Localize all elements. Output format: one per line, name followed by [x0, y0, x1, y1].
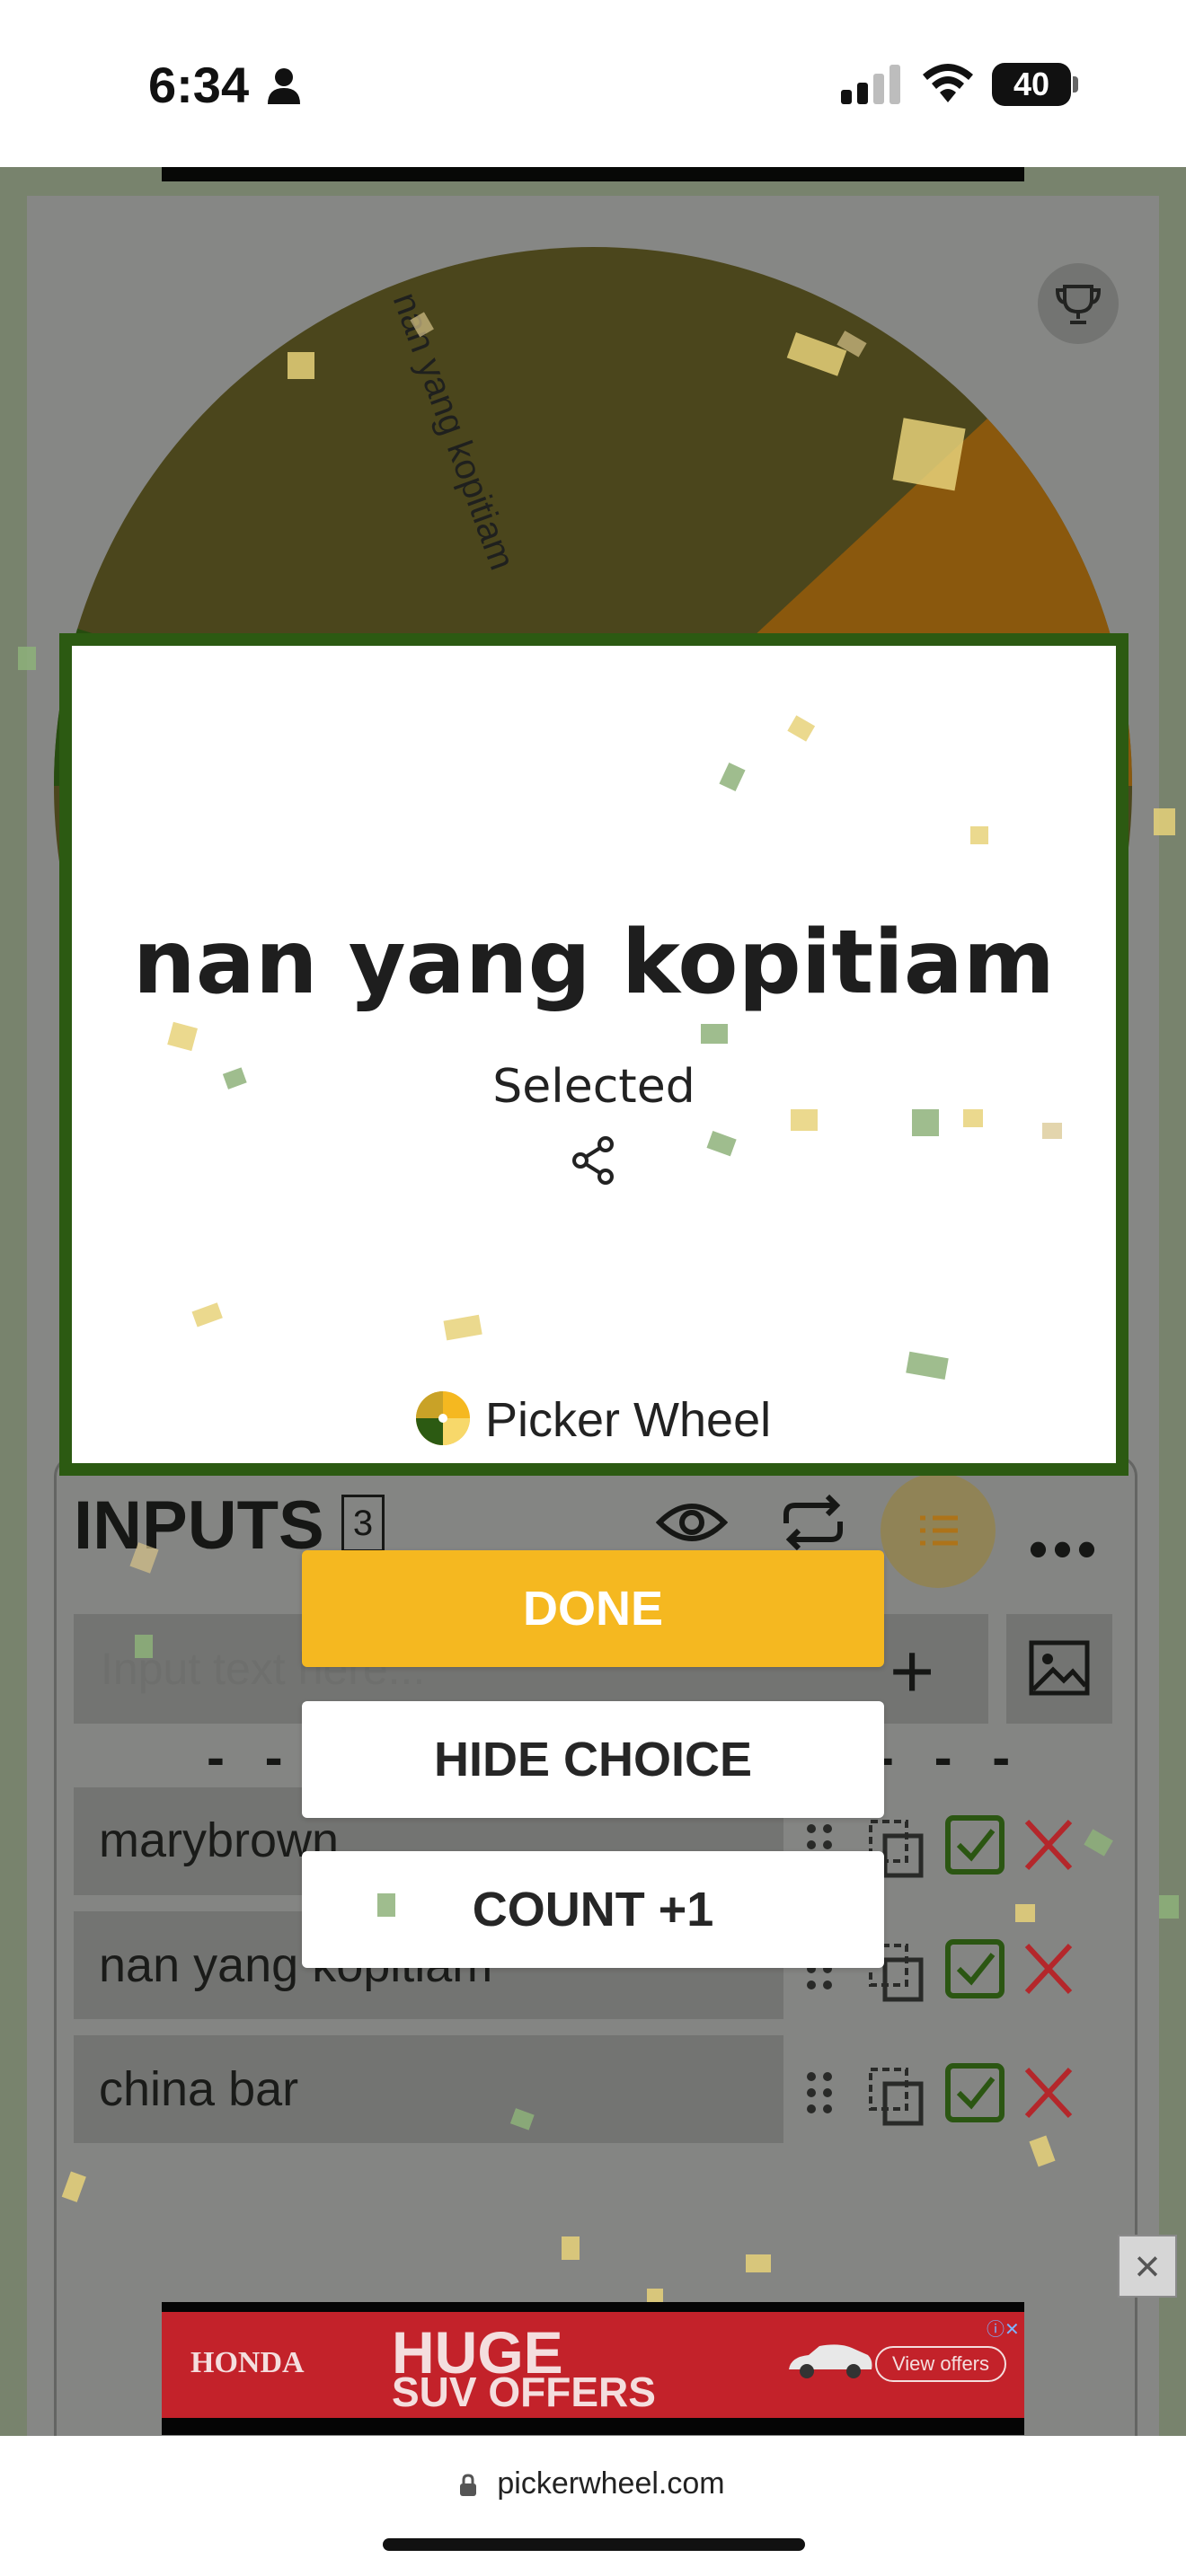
ad-cta-button[interactable]: View offers [875, 2346, 1006, 2382]
ad-info-icon[interactable]: ⓘ✕ [987, 2315, 1020, 2341]
battery-indicator: 40 [992, 63, 1071, 106]
car-image [789, 2344, 872, 2378]
result-title: nan yang kopitiam [132, 912, 1056, 1014]
ad-close-button[interactable]: × [1118, 2235, 1177, 2298]
browser-url-bar[interactable] [0, 2436, 1186, 2576]
picker-wheel-logo-icon [416, 1391, 470, 1445]
ad-subline: SUV OFFERS [392, 2369, 656, 2415]
person-icon [268, 68, 300, 104]
result-modal [59, 633, 1128, 1476]
home-indicator[interactable] [383, 2538, 805, 2551]
wifi-icon [923, 64, 973, 102]
battery-tip [1073, 76, 1078, 93]
battery-level: 40 [1013, 66, 1050, 102]
signal-icon [841, 65, 900, 104]
result-subtitle: Selected [492, 1060, 695, 1114]
done-button[interactable]: DONE [302, 1550, 884, 1667]
url-text[interactable]: pickerwheel.com [0, 2466, 1186, 2501]
picker-wheel-brand: Picker Wheel [485, 1393, 772, 1447]
share-icon[interactable] [570, 1135, 616, 1186]
count-button[interactable]: COUNT +1 [302, 1851, 884, 1968]
ad-brand: HONDA [190, 2346, 305, 2379]
hide-choice-button[interactable]: HIDE CHOICE [302, 1701, 884, 1818]
status-time: 6:34 [148, 57, 250, 113]
